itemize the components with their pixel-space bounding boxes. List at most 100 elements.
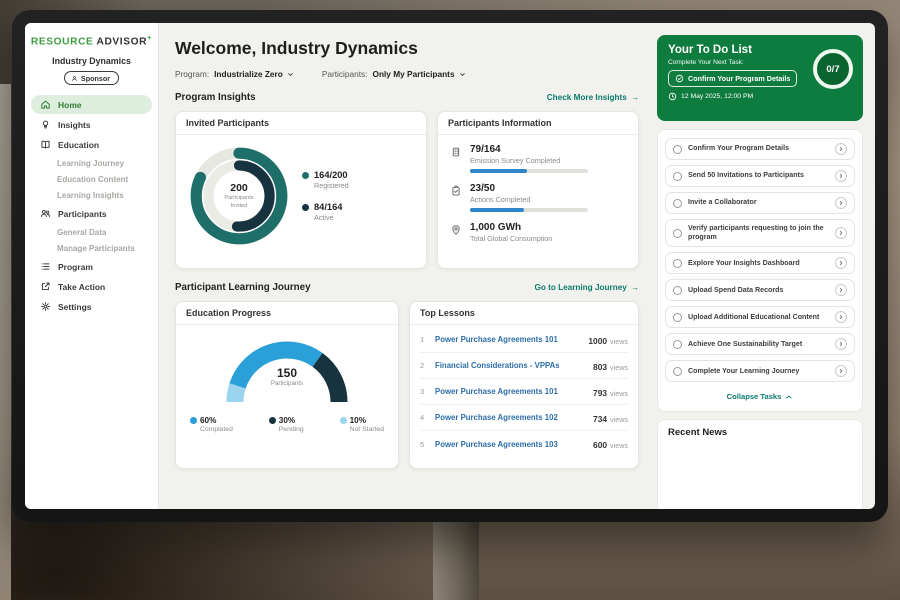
lesson-link[interactable]: Power Purchase Agreements 102: [435, 413, 586, 422]
chevron-right-icon[interactable]: [835, 143, 847, 155]
todo-next-task[interactable]: Confirm Your Program Details: [668, 70, 797, 87]
todo-progress-ring: 0/7: [813, 49, 853, 89]
arrow-right-icon: →: [631, 93, 639, 102]
sponsor-badge[interactable]: Sponsor: [64, 71, 119, 85]
todo-due-date: 12 May 2025, 12:00 PM: [668, 92, 852, 101]
legend-label: Not Started: [350, 426, 384, 433]
todo-due-label: 12 May 2025, 12:00 PM: [681, 93, 753, 100]
task-checkbox[interactable]: [673, 145, 682, 154]
sidebar-item-learning-insights[interactable]: Learning Insights: [25, 187, 158, 203]
task-row[interactable]: Achieve One Sustainability Target: [665, 333, 855, 355]
lesson-views: 1000: [588, 336, 607, 346]
sidebar-item-general-data[interactable]: General Data: [25, 224, 158, 240]
program-insights-header: Program Insights Check More Insights →: [175, 92, 639, 103]
legend-item-pending: 30% Pending: [269, 416, 304, 433]
sidebar-item-label: Take Action: [58, 282, 105, 292]
task-checkbox[interactable]: [673, 199, 682, 208]
wall-edge: [0, 84, 11, 600]
task-label: Verify participants requesting to join t…: [688, 224, 829, 242]
lesson-link[interactable]: Power Purchase Agreements 101: [435, 387, 586, 396]
chevron-right-icon[interactable]: [835, 170, 847, 182]
link-label: Go to Learning Journey: [534, 283, 626, 292]
participants-dropdown[interactable]: Only My Participants: [372, 69, 465, 79]
chevron-right-icon[interactable]: [835, 197, 847, 209]
lesson-rank: 3: [420, 387, 428, 396]
lesson-rank: 2: [420, 361, 428, 370]
legend-value: 30%: [279, 416, 295, 425]
stat-label: Actions Completed: [470, 195, 588, 204]
sidebar-item-learning-journey[interactable]: Learning Journey: [25, 155, 158, 171]
legend-dot: [269, 417, 276, 424]
sidebar-item-home[interactable]: Home: [31, 95, 152, 114]
task-checkbox[interactable]: [673, 259, 682, 268]
todo-summary-card: Your To Do List Complete Your Next Task:…: [657, 35, 863, 121]
chevron-right-icon[interactable]: [835, 257, 847, 269]
chevron-right-icon[interactable]: [835, 284, 847, 296]
chevron-right-icon[interactable]: [835, 365, 847, 377]
book-icon: [40, 139, 51, 150]
task-label: Confirm Your Program Details: [688, 144, 829, 153]
lesson-views: 803: [593, 362, 607, 372]
desk-background: RESOURCE ADVISOR+ Industry Dynamics Spon…: [0, 0, 900, 600]
legend-dot: [340, 417, 347, 424]
org-name: Industry Dynamics: [25, 56, 158, 66]
lesson-rank: 1: [420, 335, 428, 344]
legend-label: Active: [314, 213, 342, 222]
task-checkbox[interactable]: [673, 172, 682, 181]
check-more-insights-link[interactable]: Check More Insights →: [547, 93, 639, 102]
participants-dropdown-value: Only My Participants: [372, 69, 454, 79]
sidebar-item-label: Settings: [58, 302, 92, 312]
task-row[interactable]: Invite a Collaborator: [665, 192, 855, 214]
task-row[interactable]: Verify participants requesting to join t…: [665, 219, 855, 247]
task-row[interactable]: Upload Additional Educational Content: [665, 306, 855, 328]
progress-bar: [470, 208, 588, 212]
lesson-row: 1 Power Purchase Agreements 101 1000view…: [420, 327, 628, 353]
task-row[interactable]: Explore Your Insights Dashboard: [665, 252, 855, 274]
collapse-tasks-button[interactable]: Collapse Tasks: [665, 387, 855, 408]
invited-participants-card: Invited Participants 200: [175, 111, 427, 269]
lightbulb-icon: [40, 119, 51, 130]
sidebar-item-insights[interactable]: Insights: [31, 115, 152, 134]
donut-center-label: Participants Invited: [217, 195, 261, 210]
sidebar-item-participants[interactable]: Participants: [31, 204, 152, 223]
program-dropdown[interactable]: Industrialize Zero: [214, 69, 294, 79]
take-action-icon: [40, 281, 51, 292]
sidebar-item-manage-participants[interactable]: Manage Participants: [25, 240, 158, 256]
task-label: Invite a Collaborator: [688, 198, 829, 207]
lesson-rank: 4: [420, 413, 428, 422]
sidebar-item-education-content[interactable]: Education Content: [25, 171, 158, 187]
education-gauge-chart: 150 Participants: [217, 330, 357, 410]
card-title: Participants Information: [438, 112, 638, 135]
donut-center-value: 200: [230, 182, 248, 194]
collapse-tasks-label: Collapse Tasks: [727, 392, 782, 401]
chevron-right-icon[interactable]: [835, 227, 847, 239]
sidebar-item-program[interactable]: Program: [31, 257, 152, 276]
legend-dot: [302, 204, 309, 211]
task-checkbox[interactable]: [673, 229, 682, 238]
task-checkbox[interactable]: [673, 313, 682, 322]
lesson-link[interactable]: Power Purchase Agreements 101: [435, 335, 581, 344]
task-checkbox[interactable]: [673, 367, 682, 376]
task-checkbox[interactable]: [673, 340, 682, 349]
sidebar-item-settings[interactable]: Settings: [31, 297, 152, 316]
task-row[interactable]: Confirm Your Program Details: [665, 138, 855, 160]
task-row[interactable]: Upload Spend Data Records: [665, 279, 855, 301]
page-title: Welcome, Industry Dynamics: [175, 38, 639, 59]
task-row[interactable]: Send 50 Invitations to Participants: [665, 165, 855, 187]
chevron-down-icon: [459, 71, 466, 78]
lesson-views: 600: [593, 440, 607, 450]
lesson-link[interactable]: Financial Considerations - VPPAs: [435, 361, 586, 370]
sidebar-item-take-action[interactable]: Take Action: [31, 277, 152, 296]
lesson-views-label: views: [610, 363, 628, 372]
lesson-rank: 5: [420, 440, 428, 449]
chevron-right-icon[interactable]: [835, 311, 847, 323]
sidebar-item-education[interactable]: Education: [31, 135, 152, 154]
chevron-right-icon[interactable]: [835, 338, 847, 350]
task-checkbox[interactable]: [673, 286, 682, 295]
task-row[interactable]: Complete Your Learning Journey: [665, 360, 855, 382]
go-to-learning-journey-link[interactable]: Go to Learning Journey →: [534, 283, 639, 292]
lesson-link[interactable]: Power Purchase Agreements 103: [435, 440, 586, 449]
sidebar: RESOURCE ADVISOR+ Industry Dynamics Spon…: [25, 23, 159, 509]
recent-news-title: Recent News: [668, 427, 852, 438]
section-title: Program Insights: [175, 92, 256, 103]
